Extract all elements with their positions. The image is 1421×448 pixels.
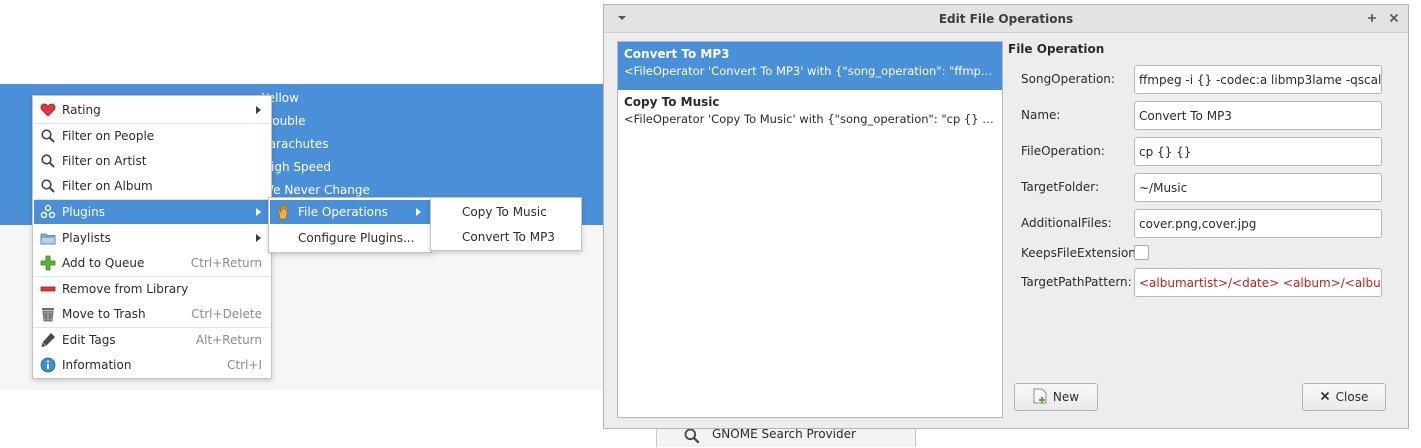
dialog-titlebar[interactable]: Edit File Operations xyxy=(604,5,1408,33)
menu-item-accelerator: Ctrl+Delete xyxy=(191,307,262,321)
menu-item-label: Move to Trash xyxy=(62,307,146,321)
operation-description: <FileOperator 'Copy To Music' with {"son… xyxy=(624,112,996,126)
new-button-label: New xyxy=(1052,390,1080,404)
info-icon xyxy=(40,357,56,373)
trash-icon xyxy=(40,306,56,322)
song-context-menu: Rating Filter on People Filter on Artist… xyxy=(32,95,272,379)
search-icon xyxy=(40,153,56,169)
search-icon xyxy=(40,128,56,144)
pencil-icon xyxy=(40,332,56,348)
file-operations-list[interactable]: Convert To MP3 <FileOperator 'Convert To… xyxy=(617,41,1003,418)
submenu-arrow-icon xyxy=(256,208,261,216)
menu-item-label: Information xyxy=(62,358,132,372)
menu-item-label: Convert To MP3 xyxy=(462,230,555,244)
song-row[interactable]: High Speed xyxy=(262,160,331,174)
hand-icon xyxy=(276,204,292,220)
keeps-file-extension-checkbox[interactable] xyxy=(1134,245,1149,260)
new-button[interactable]: New xyxy=(1014,383,1098,411)
close-icon xyxy=(1320,390,1330,404)
heart-icon xyxy=(40,102,56,118)
operation-name: Copy To Music xyxy=(624,95,720,109)
menu-item-label: Configure Plugins... xyxy=(298,231,415,245)
file-operations-submenu: Copy To Music Convert To MP3 xyxy=(430,197,582,251)
menu-item-accelerator: Alt+Return xyxy=(195,333,262,347)
name-field[interactable]: Convert To MP3 xyxy=(1134,101,1382,130)
menu-item-information[interactable]: Information Ctrl+I xyxy=(34,353,270,377)
menu-item-label: Edit Tags xyxy=(62,333,116,347)
song-operation-field[interactable]: ffmpeg -i {} -codec:a libmp3lame -qscale… xyxy=(1134,65,1382,94)
menu-item-plugins[interactable]: Plugins xyxy=(34,200,270,224)
close-button[interactable]: Close xyxy=(1302,383,1386,411)
file-operation-field[interactable]: cp {} {} xyxy=(1134,137,1382,166)
menu-item-move-to-trash[interactable]: Move to Trash Ctrl+Delete xyxy=(34,302,270,326)
menu-item-edit-tags[interactable]: Edit Tags Alt+Return xyxy=(34,328,270,352)
remove-icon xyxy=(40,281,56,297)
target-path-pattern-field[interactable]: <albumartist>/<date> <album>/<albumartis… xyxy=(1134,268,1382,297)
song-row[interactable]: We Never Change xyxy=(262,183,370,197)
dialog-title: Edit File Operations xyxy=(938,12,1074,26)
target-folder-field[interactable]: ~/Music xyxy=(1134,173,1382,202)
menu-item-copy-to-music[interactable]: Copy To Music xyxy=(432,200,580,224)
section-heading: File Operation xyxy=(1008,42,1105,56)
search-icon xyxy=(683,427,701,448)
new-document-icon xyxy=(1033,388,1047,407)
song-list-area xyxy=(0,0,603,84)
name-label: Name: xyxy=(1021,108,1061,122)
blank-icon xyxy=(276,230,292,246)
menu-item-filter-people[interactable]: Filter on People xyxy=(34,124,270,148)
edit-file-operations-dialog: Edit File Operations Convert To MP3 <Fil… xyxy=(603,4,1409,429)
menu-item-playlists[interactable]: Playlists xyxy=(34,226,270,250)
list-item[interactable]: Convert To MP3 <FileOperator 'Convert To… xyxy=(618,42,1002,90)
menu-item-label: Plugins xyxy=(62,205,105,219)
add-icon xyxy=(40,255,56,271)
list-item[interactable]: Copy To Music <FileOperator 'Copy To Mus… xyxy=(618,90,1002,138)
menu-item-accelerator: Ctrl+I xyxy=(227,358,262,372)
menu-item-filter-artist[interactable]: Filter on Artist xyxy=(34,149,270,173)
additional-files-field[interactable]: cover.png,cover.jpg xyxy=(1134,209,1382,238)
target-folder-label: TargetFolder: xyxy=(1021,180,1100,194)
background-list-item[interactable]: GNOME Search Provider xyxy=(712,427,856,441)
submenu-arrow-icon xyxy=(256,106,261,114)
menu-item-configure-plugins[interactable]: Configure Plugins... xyxy=(270,226,430,250)
menu-item-label: Playlists xyxy=(62,231,111,245)
maximize-icon[interactable] xyxy=(1364,10,1380,26)
target-path-pattern-label: TargetPathPattern: xyxy=(1021,275,1132,289)
close-icon[interactable] xyxy=(1386,10,1402,26)
song-operation-label: SongOperation: xyxy=(1021,72,1115,86)
menu-item-convert-to-mp3[interactable]: Convert To MP3 xyxy=(432,225,580,249)
operation-description: <FileOperator 'Convert To MP3' with {"so… xyxy=(624,64,996,78)
keeps-file-extension-label: KeepsFileExtension: xyxy=(1021,246,1140,260)
menu-item-label: Remove from Library xyxy=(62,282,189,296)
additional-files-label: AdditionalFiles: xyxy=(1021,216,1112,230)
menu-item-filter-album[interactable]: Filter on Album xyxy=(34,174,270,198)
menu-item-label: Rating xyxy=(62,103,101,117)
submenu-arrow-icon xyxy=(256,234,261,242)
plugins-icon xyxy=(40,204,56,220)
menu-item-label: Add to Queue xyxy=(62,256,145,270)
menu-item-label: File Operations xyxy=(298,205,388,219)
close-button-label: Close xyxy=(1335,390,1369,404)
menu-item-label: Copy To Music xyxy=(462,205,547,219)
search-icon xyxy=(40,178,56,194)
menu-item-label: Filter on Artist xyxy=(62,154,147,168)
operation-name: Convert To MP3 xyxy=(624,47,730,61)
menu-item-remove-from-library[interactable]: Remove from Library xyxy=(34,277,270,301)
menu-item-file-operations[interactable]: File Operations xyxy=(270,200,430,224)
menu-item-accelerator: Ctrl+Return xyxy=(190,256,262,270)
menu-item-add-to-queue[interactable]: Add to Queue Ctrl+Return xyxy=(34,251,270,275)
file-operation-label: FileOperation: xyxy=(1021,144,1105,158)
submenu-arrow-icon xyxy=(416,208,421,216)
menu-item-label: Filter on Album xyxy=(62,179,153,193)
menu-item-rating[interactable]: Rating xyxy=(34,98,270,122)
folder-icon xyxy=(40,230,56,246)
plugins-submenu: File Operations Configure Plugins... xyxy=(268,197,432,253)
menu-item-label: Filter on People xyxy=(62,129,155,143)
